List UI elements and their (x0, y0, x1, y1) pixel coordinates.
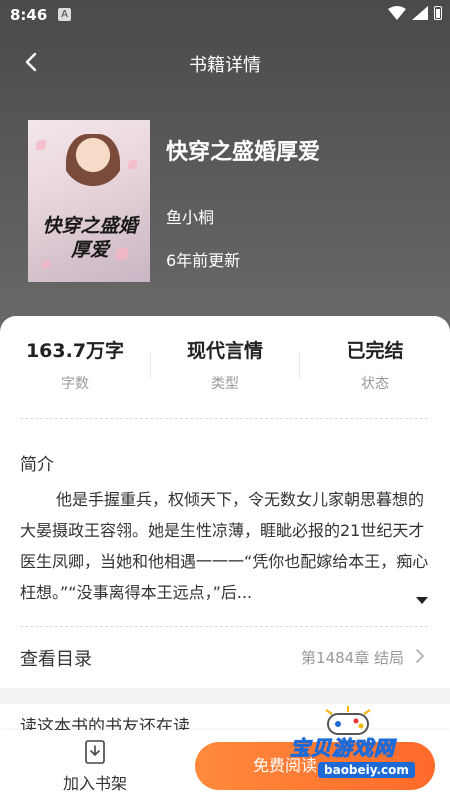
book-cover: 快穿之盛婚厚爱 (28, 120, 150, 282)
add-to-shelf-button[interactable]: 加入书架 (40, 740, 150, 798)
book-info-card: 163.7万字 字数 现代言情 类型 已完结 状态 简介 他是手握重兵，权倾天下… (0, 316, 450, 688)
free-read-button[interactable]: 免费阅读 (195, 742, 435, 790)
intro-heading: 简介 (20, 455, 54, 475)
status-icons (388, 6, 442, 20)
stat-divider (299, 352, 300, 378)
update-time: 6年前更新 (166, 251, 241, 270)
book-title: 快穿之盛婚厚爱 (166, 140, 321, 165)
stat-value: 163.7万字 (25, 340, 125, 362)
stat-word-count: 163.7万字 字数 (0, 336, 150, 400)
bottom-action-bar: 加入书架 免费阅读 (0, 730, 450, 800)
chevron-right-icon (416, 649, 425, 663)
book-author[interactable]: 鱼小桐 (166, 204, 214, 228)
book-download-icon (85, 740, 105, 764)
intro-content: 他是手握重兵，权倾天下，令无数女儿家朝思暮想的大晏摄政王容翎。她是生性凉薄，睚眦… (20, 490, 429, 602)
expand-arrow-icon[interactable] (416, 597, 428, 604)
stat-label: 状态 (361, 376, 389, 392)
add-to-shelf-label: 加入书架 (62, 774, 127, 793)
catalog-label: 查看目录 (20, 649, 92, 670)
view-catalog-row[interactable]: 查看目录 第1484章 结局 (0, 626, 450, 688)
cover-illustration (66, 134, 120, 204)
latest-chapter: 第1484章 结局 (301, 649, 404, 667)
cover-petal (128, 160, 137, 169)
stat-genre: 现代言情 类型 (150, 336, 300, 400)
book-stats: 163.7万字 字数 现代言情 类型 已完结 状态 (0, 336, 450, 400)
battery-icon (434, 6, 442, 20)
stat-value: 现代言情 (186, 340, 263, 362)
intro-text[interactable]: 他是手握重兵，权倾天下，令无数女儿家朝思暮想的大晏摄政王容翎。她是生性凉薄，睚眦… (20, 484, 430, 608)
notification-icon: A (58, 8, 71, 21)
divider (20, 418, 428, 419)
stat-status: 已完结 状态 (300, 336, 450, 400)
status-bar: 8:46 A (0, 0, 450, 32)
page-title: 书籍详情 (189, 55, 261, 76)
stat-value: 已完结 (346, 340, 404, 362)
stat-label: 字数 (61, 376, 89, 392)
section-gap (0, 688, 450, 704)
cover-petal (36, 140, 46, 150)
signal-icon (412, 6, 428, 20)
navigation-bar: 书籍详情 (0, 40, 450, 84)
status-time: 8:46 (10, 6, 48, 24)
stat-divider (150, 352, 151, 378)
wifi-icon (388, 6, 406, 20)
cover-title-text: 快穿之盛婚厚爱 (42, 215, 138, 261)
stat-label: 类型 (211, 376, 239, 392)
